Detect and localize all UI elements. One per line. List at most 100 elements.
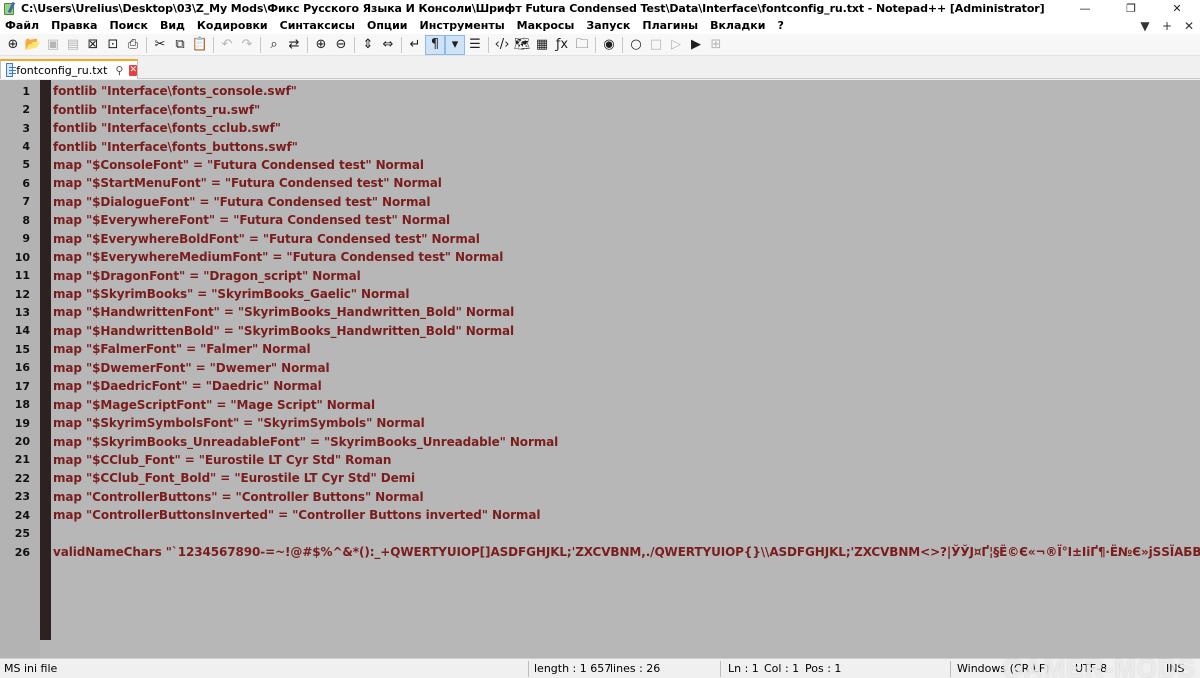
editor-line[interactable]: 7 map "$DialogueFont" = "Futura Condensed…	[0, 193, 1200, 211]
editor-line[interactable]: 11 map "$DragonFont" = "Dragon_script" No…	[0, 266, 1200, 284]
menu-item-9[interactable]: Запуск	[580, 19, 636, 32]
save-macro-icon[interactable]: ⊞	[706, 35, 726, 55]
indent-guide-icon[interactable]: ☰	[465, 35, 485, 55]
editor-line[interactable]: 18 map "$MageScriptFont" = "Mage Script" …	[0, 395, 1200, 413]
line-number: 11	[14, 269, 30, 283]
status-encoding[interactable]: UTF-8	[1075, 662, 1107, 675]
editor-line[interactable]: 17 map "$DaedricFont" = "Daedric" Normal	[0, 377, 1200, 395]
menu-item-4[interactable]: Кодировки	[191, 19, 274, 32]
menu-item-0[interactable]: Файл	[0, 19, 45, 32]
close-doc-icon[interactable]: ✕	[1182, 19, 1196, 33]
editor-line[interactable]: 4 fontlib "Interface\fonts_buttons.swf"	[0, 137, 1200, 155]
menu-item-11[interactable]: Вкладки	[704, 19, 771, 32]
folder-workspace-icon[interactable]: 🗀	[572, 35, 592, 55]
editor-line[interactable]: 6 map "$StartMenuFont" = "Futura Condense…	[0, 174, 1200, 192]
maximize-button[interactable]: ❐	[1108, 0, 1154, 17]
editor-line[interactable]: 13 map "$HandwrittenFont" = "SkyrimBooks_…	[0, 303, 1200, 321]
line-text: map "$SkyrimSymbolsFont" = "SkyrimSymbol…	[53, 416, 425, 431]
editor-line[interactable]: 25	[0, 525, 1200, 543]
menu-item-8[interactable]: Макросы	[511, 19, 581, 32]
stop-macro-icon[interactable]: □	[646, 35, 666, 55]
new-tab-icon[interactable]: +	[1160, 19, 1174, 33]
status-file-type: MS ini file	[4, 662, 58, 675]
line-number: 16	[14, 361, 30, 375]
line-text: fontlib "Interface\fonts_console.swf"	[53, 84, 297, 99]
line-text: map "$SkyrimBooks" = "SkyrimBooks_Gaelic…	[53, 287, 410, 302]
line-number: 22	[14, 471, 30, 485]
function-list-icon[interactable]: ƒx	[552, 35, 572, 55]
xml-tag-icon[interactable]: ‹/›	[492, 35, 512, 55]
editor-line[interactable]: 10 map "$EverywhereMediumFont" = "Futura …	[0, 248, 1200, 266]
editor-line[interactable]: 24 map "ControllerButtonsInverted" = "Con…	[0, 506, 1200, 524]
sync-vertical-icon[interactable]: ⇕	[358, 35, 378, 55]
menu-item-2[interactable]: Поиск	[103, 19, 153, 32]
editor-line[interactable]: 21 map "$CClub_Font" = "Eurostile LT Cyr …	[0, 451, 1200, 469]
close-window-button[interactable]: ✕	[1154, 0, 1200, 17]
line-number: 4	[22, 140, 30, 154]
record-macro-icon[interactable]: ○	[626, 35, 646, 55]
document-map-icon[interactable]: 🗺	[512, 35, 532, 55]
menu-item-7[interactable]: Инструменты	[414, 19, 511, 32]
editor-line[interactable]: 9 map "$EverywhereBoldFont" = "Futura Con…	[0, 230, 1200, 248]
editor-line[interactable]: 20 map "$SkyrimBooks_UnreadableFont" = "S…	[0, 432, 1200, 450]
show-all-chars-icon[interactable]: ¶	[425, 34, 445, 55]
word-wrap-icon[interactable]: ↵	[405, 35, 425, 55]
menu-right-controls: ▼ + ✕	[1138, 17, 1196, 34]
editor-line[interactable]: 22 map "$CClub_Font_Bold" = "Eurostile LT…	[0, 469, 1200, 487]
editor-line[interactable]: 8 map "$EverywhereFont" = "Futura Condens…	[0, 211, 1200, 229]
status-pos: Pos : 1	[805, 662, 842, 675]
print-icon[interactable]: ⎙	[123, 35, 143, 55]
menu-item-12[interactable]: ?	[771, 19, 789, 32]
dropdown-icon[interactable]: ▼	[1138, 19, 1152, 33]
close-tab-icon[interactable]: ✕	[129, 64, 137, 76]
copy-icon[interactable]: ⧉	[170, 35, 190, 55]
editor-line[interactable]: 16 map "$DwemerFont" = "Dwemer" Normal	[0, 359, 1200, 377]
monitoring-icon[interactable]: ◉	[599, 35, 619, 55]
save-icon[interactable]: ▣	[43, 35, 63, 55]
notepadpp-app-icon[interactable]	[2, 1, 18, 16]
cut-icon[interactable]: ✂	[150, 35, 170, 55]
sync-horizontal-icon[interactable]: ⇔	[378, 35, 398, 55]
menu-item-10[interactable]: Плагины	[636, 19, 704, 32]
find-icon[interactable]: ⌕	[264, 35, 284, 55]
menu-item-5[interactable]: Синтаксисы	[274, 19, 361, 32]
editor-line[interactable]: 14 map "$HandwrittenBold" = "SkyrimBooks_…	[0, 322, 1200, 340]
editor-line[interactable]: 1 fontlib "Interface\fonts_console.swf"	[0, 82, 1200, 100]
editor-line[interactable]: 26 validNameChars "`1234567890-=~!@#$%^&*…	[0, 543, 1200, 561]
toolbar-separator	[146, 36, 147, 53]
save-all-icon[interactable]: ▤	[63, 35, 83, 55]
editor-line[interactable]: 19 map "$SkyrimSymbolsFont" = "SkyrimSymb…	[0, 414, 1200, 432]
menu-item-3[interactable]: Вид	[154, 19, 191, 32]
editor-line[interactable]: 3 fontlib "Interface\fonts_cclub.swf"	[0, 119, 1200, 137]
undo-icon[interactable]: ↶	[217, 35, 237, 55]
play-macro-icon[interactable]: ▷	[666, 35, 686, 55]
menu-item-1[interactable]: Правка	[45, 19, 103, 32]
editor-line[interactable]: 5 map "$ConsoleFont" = "Futura Condensed …	[0, 156, 1200, 174]
zoom-in-icon[interactable]: ⊕	[311, 35, 331, 55]
toolbar-separator	[307, 36, 308, 53]
close-file-icon[interactable]: ⊠	[83, 35, 103, 55]
tab-label: fontconfig_ru.txt	[16, 63, 108, 77]
editor-line[interactable]: 12 map "$SkyrimBooks" = "SkyrimBooks_Gael…	[0, 285, 1200, 303]
editor-line[interactable]: 2 fontlib "Interface\fonts_ru.swf"	[0, 100, 1200, 118]
menu-item-6[interactable]: Опции	[361, 19, 414, 32]
tab-fontconfig-ru[interactable]: fontconfig_ru.txt ⚲ ✕	[0, 59, 138, 79]
new-file-icon[interactable]: ⊕	[3, 35, 23, 55]
status-eol[interactable]: Windows (CR LF)	[957, 662, 1049, 675]
redo-icon[interactable]: ↷	[237, 35, 257, 55]
editor-line[interactable]: 15 map "$FalmerFont" = "Falmer" Normal	[0, 340, 1200, 358]
editor-area[interactable]: 1 fontlib "Interface\fonts_console.swf" 2 f…	[0, 80, 1200, 658]
minimize-button[interactable]: —	[1062, 0, 1108, 17]
zoom-out-icon[interactable]: ⊖	[331, 35, 351, 55]
pin-icon[interactable]: ⚲	[115, 64, 123, 77]
paste-icon[interactable]: 📋	[190, 35, 210, 55]
dropdown-arrow-icon[interactable]: ▾	[445, 34, 465, 55]
close-all-icon[interactable]: ⊡	[103, 35, 123, 55]
editor-line[interactable]: 23 map "ControllerButtons" = "Controller …	[0, 488, 1200, 506]
run-macro-multiple-icon[interactable]: ▶	[686, 35, 706, 55]
open-file-icon[interactable]: 📂	[23, 35, 43, 55]
line-text: map "$EverywhereBoldFont" = "Futura Cond…	[53, 231, 480, 246]
doc-list-icon[interactable]: ▦	[532, 35, 552, 55]
line-text: map "$FalmerFont" = "Falmer" Normal	[53, 342, 311, 357]
replace-icon[interactable]: ⇄	[284, 35, 304, 55]
